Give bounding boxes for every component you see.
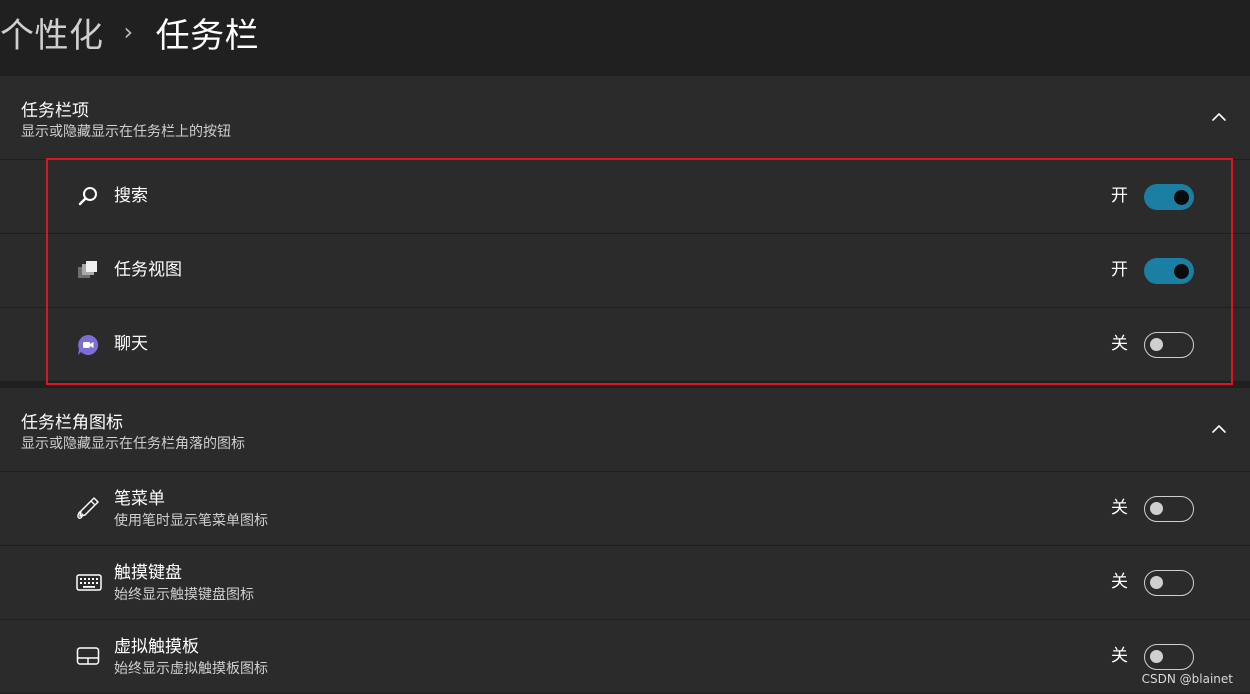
toggle-knob	[1174, 189, 1189, 205]
setting-row-touch-keyboard: 触摸键盘 始终显示触摸键盘图标 关	[0, 546, 1250, 620]
pen-icon	[77, 497, 99, 519]
toggle-knob	[1150, 576, 1163, 589]
setting-label: 触摸键盘	[114, 563, 182, 583]
toggle-state-label: 开	[1111, 260, 1128, 280]
setting-row-task-view: 任务视图 开	[0, 234, 1250, 308]
pen-menu-toggle[interactable]	[1144, 496, 1194, 522]
toggle-knob	[1150, 338, 1163, 351]
toggle-state-label: 关	[1111, 334, 1128, 354]
section-title: 任务栏角图标	[21, 413, 123, 433]
toggle-state-label: 关	[1111, 498, 1128, 518]
toggle-knob	[1174, 263, 1189, 279]
chat-toggle[interactable]	[1144, 332, 1194, 358]
breadcrumb-separator: ›	[123, 18, 134, 46]
task-view-icon	[78, 261, 97, 278]
watermark: CSDN @blainet	[1141, 672, 1233, 686]
section-title: 任务栏项	[21, 101, 89, 121]
section-taskbar-corner-icons: 任务栏角图标 显示或隐藏显示在任务栏角落的图标 笔菜单 使用笔时显示笔菜单图标 …	[0, 387, 1250, 694]
search-icon	[78, 187, 97, 206]
toggle-state-label: 关	[1111, 572, 1128, 592]
toggle-knob	[1150, 650, 1163, 663]
section-subtitle: 显示或隐藏显示在任务栏上的按钮	[21, 124, 231, 140]
section-subtitle: 显示或隐藏显示在任务栏角落的图标	[21, 436, 245, 452]
toggle-state-label: 关	[1111, 646, 1128, 666]
toggle-knob	[1150, 502, 1163, 515]
page-title: 任务栏	[155, 15, 260, 56]
setting-label: 虚拟触摸板	[114, 637, 199, 657]
setting-row-chat: 聊天 关	[0, 308, 1250, 382]
keyboard-icon	[76, 574, 102, 591]
touchpad-icon	[76, 647, 100, 665]
breadcrumb: 个性化 › 任务栏	[0, 4, 259, 60]
setting-description: 始终显示虚拟触摸板图标	[114, 661, 268, 677]
setting-label: 搜索	[114, 186, 148, 206]
breadcrumb-parent[interactable]: 个性化	[0, 8, 104, 57]
touch-keyboard-toggle[interactable]	[1144, 570, 1194, 596]
setting-row-pen-menu: 笔菜单 使用笔时显示笔菜单图标 关	[0, 472, 1250, 546]
setting-label: 任务视图	[114, 260, 182, 280]
section-header-taskbar-items[interactable]: 任务栏项 显示或隐藏显示在任务栏上的按钮	[0, 76, 1250, 160]
setting-row-virtual-touchpad: 虚拟触摸板 始终显示虚拟触摸板图标 关	[0, 620, 1250, 694]
virtual-touchpad-toggle[interactable]	[1144, 644, 1194, 670]
task-view-toggle[interactable]	[1144, 258, 1194, 284]
setting-row-search: 搜索 开	[0, 160, 1250, 234]
search-toggle[interactable]	[1144, 184, 1194, 210]
section-taskbar-items: 任务栏项 显示或隐藏显示在任务栏上的按钮 搜索 开 任务视图 开 聊天 关	[0, 75, 1250, 382]
setting-label: 笔菜单	[114, 489, 165, 509]
setting-description: 始终显示触摸键盘图标	[114, 587, 254, 603]
chat-icon	[78, 334, 99, 355]
toggle-state-label: 开	[1111, 186, 1128, 206]
setting-description: 使用笔时显示笔菜单图标	[114, 513, 268, 529]
section-header-corner-icons[interactable]: 任务栏角图标 显示或隐藏显示在任务栏角落的图标	[0, 388, 1250, 472]
chevron-up-icon[interactable]	[1210, 420, 1228, 438]
setting-label: 聊天	[114, 334, 148, 354]
chevron-up-icon[interactable]	[1210, 108, 1228, 126]
settings-page: 个性化 › 任务栏 任务栏项 显示或隐藏显示在任务栏上的按钮 搜索 开 任务视图…	[0, 0, 1250, 694]
